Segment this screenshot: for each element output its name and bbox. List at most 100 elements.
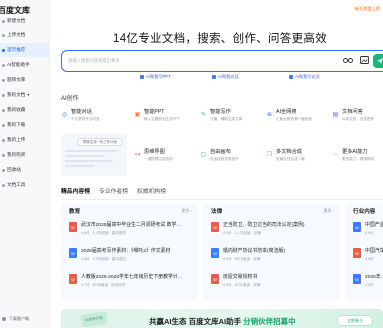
ai-card-desc: 一键梳理内容结构 [144, 157, 173, 161]
doc-text: 婚内财产协议书范本(简洁版) 4.8分 · 9872阅读 · 法律 [223, 247, 285, 271]
download-client-link[interactable]: 下载客户端 [2, 316, 29, 322]
merge-icon: ❐ [266, 152, 273, 158]
download-client-label: 下载客户端 [9, 316, 29, 321]
doc-title: 2025届高考写作素材：《哪吒2》作文素材 [81, 249, 171, 254]
doc-item[interactable]: W 人教版2025-2026学年七年级历史下册教学计… 4.7分 · 8796阅读 … [69, 273, 183, 297]
sidebar-item[interactable]: 我的下载 [0, 118, 50, 132]
preview-line [65, 165, 95, 167]
search-input[interactable]: 请输入搜索内容或提出要求 [68, 51, 120, 71]
sidebar-item-label: 首页推荐 [7, 47, 26, 52]
panel-title: 教育 [69, 209, 81, 215]
sidebar-item-label: AI智能助手 [7, 62, 30, 67]
sidebar-item[interactable]: 我的文档 ▾ [0, 88, 50, 102]
panel-more-link[interactable]: 更多 › [182, 208, 192, 214]
sidebar-item-label: 我的文档 [7, 92, 26, 97]
ai-card-chat[interactable]: ◎ 智能对话 千亿参数专业问答 [61, 108, 127, 134]
ai-card-title: 多文档合成 [276, 149, 302, 155]
doc-text: 2025年… 4.8分 [365, 273, 383, 297]
sidebar-item[interactable]: 首页推荐 [0, 43, 50, 57]
sidebar-item[interactable]: 我的收藏 [0, 103, 50, 117]
mindmap-icon: ⊶ [134, 152, 141, 158]
doc-item[interactable]: W 中国产业… 4.9分 [353, 221, 383, 245]
ai-card-text: 更多AI能力 更多能力，敬请期待 [342, 148, 374, 174]
menu-bullet-icon [2, 138, 5, 142]
glasses-icon[interactable] [342, 54, 354, 66]
ai-card-title: 思维导图 [144, 149, 165, 155]
sidebar-item-label: 上传文档 [7, 32, 26, 37]
tab-ranking[interactable]: 精品内容榜 [61, 186, 90, 195]
new-user-promo-link[interactable]: 新号首登立得 [355, 6, 380, 12]
sidebar-item[interactable]: 我的购买 [0, 148, 50, 162]
sidebar-item[interactable]: AI智能助手 [0, 58, 50, 72]
doc-file-icon: W [69, 248, 77, 258]
ai-card-merge[interactable]: ❐ 多文档合成 多篇文档合成一篇 [266, 148, 332, 174]
globe-search-icon: ⊕ [266, 112, 273, 118]
ai-card-globe-search[interactable]: ⊕ AI全网搜 汇聚全网资源一键检索 [266, 108, 332, 134]
promo-banner[interactable]: AI伙伴计划 共赢AI生态 百度文库AI助手 分销伙伴招募中 立即参与 [61, 309, 383, 328]
ai-card-desc: 自由绘制灵感创作 [210, 157, 239, 161]
sidebar-item[interactable]: 新建文档 [0, 14, 50, 28]
doc-meta: 4.7分 · 8796阅读 · 初中历史 [81, 283, 126, 287]
ai-card-canvas[interactable]: ▢ 自由画布 自由绘制灵感创作 [200, 148, 266, 174]
ai-card-more[interactable]: ⋯ 更多AI能力 更多能力，敬请期待 [332, 148, 383, 174]
quick-link[interactable]: AI帮我写论文 [289, 74, 320, 80]
ai-preview-card[interactable]: 帮我生成一份工作计划 [61, 134, 127, 176]
sidebar-item[interactable]: 文档工具 [0, 178, 50, 192]
ai-card-title: 智能对话 [71, 109, 92, 115]
menu-bullet-icon [2, 19, 5, 23]
ai-card-text: 多文档合成 多篇文档合成一篇 [276, 148, 305, 174]
doc-item[interactable]: W 房屋交易授权书 4.8分 · 6721阅读 · 法律 [211, 273, 260, 297]
ai-sparkle-icon [140, 75, 144, 79]
hero-title: 14亿专业文档，搜索、创作、问答更高效 [113, 33, 327, 45]
menu-bullet-icon [2, 108, 5, 112]
preview-bubble: 帮我生成一份工作计划 [77, 138, 123, 146]
search-box[interactable]: 请输入搜索内容或提出要求 [61, 50, 383, 72]
tab-ranking[interactable]: 专业作者榜 [99, 186, 128, 195]
doc-item[interactable]: W 婚内财产协议书范本(简洁版) 4.8分 · 9872阅读 · 法律 [211, 247, 285, 271]
sidebar: 百度文库 新建文档 上传文档 首页推荐 AI智能助手 题目文库 我的文档 ▾ 我的收藏 我的下载… [0, 0, 50, 328]
ai-card-doc-qa[interactable]: ▤ 文档问答 AI读文档，总结提炼 [332, 108, 383, 134]
tab-ranking[interactable]: 权威机构榜 [137, 186, 166, 195]
doc-meta: 4.8分 · 2.3万阅读 · 高中语文 [81, 257, 127, 261]
sidebar-item[interactable]: 题目文库 [0, 73, 50, 87]
doc-title: 中国汽车… [365, 249, 383, 254]
panel-more-link[interactable]: 更多 › [324, 208, 334, 214]
doc-meta: 4.9分 · 1.1万阅读 · 法律 [223, 231, 261, 235]
doc-qa-icon: ▤ [332, 112, 339, 118]
doc-file-icon: W [69, 274, 77, 284]
quick-link[interactable]: AI帮我写PPT [140, 74, 171, 80]
menu-bullet-icon [2, 78, 5, 82]
banner-join-button[interactable]: 立即参与 [337, 315, 373, 326]
ai-card-text: 文档问答 AI读文档，总结提炼 [342, 108, 374, 134]
sidebar-item[interactable]: 我的上传 [0, 133, 50, 147]
image-upload-icon[interactable] [358, 54, 370, 66]
doc-item[interactable]: W 正当防卫、防卫过当的司法认定(案例) 4.9分 · 1.1万阅读 · 法律 [211, 221, 305, 245]
sidebar-item-label: 我的收藏 [7, 107, 26, 112]
ai-card-title: 智能PPT [144, 109, 165, 115]
doc-item[interactable]: W 2025届高考写作素材：《哪吒2》作文素材 4.8分 · 2.3万阅读 · 高中… [69, 247, 170, 271]
menu-bullet-icon [2, 153, 5, 157]
ai-card-pen[interactable]: ✎ 智能写作 万篇、辅助生成文章 [200, 108, 266, 134]
sidebar-item[interactable]: 上传文档 [0, 28, 50, 42]
doc-file-icon: W [69, 222, 77, 232]
sidebar-item-label: 我的上传 [7, 137, 26, 142]
quick-link[interactable]: AI帮我对话 [212, 74, 239, 80]
send-button[interactable] [373, 54, 383, 68]
doc-item[interactable]: W 2025年… 4.8分 [353, 273, 383, 297]
ai-card-ppt[interactable]: ▣ 智能PPT 输入主题即刻生成PPT [134, 108, 200, 134]
chevron-down-icon: ▾ [27, 92, 30, 97]
doc-title: 武汉市2025届高中毕业生二月调研考试 数学… [81, 223, 182, 228]
doc-title: 正当防卫、防卫过当的司法认定(案例) [223, 223, 305, 228]
doc-item[interactable]: W 中国汽车… 4.8分 [353, 247, 383, 271]
sidebar-item[interactable]: 回收站 [0, 163, 50, 177]
doc-item[interactable]: W 武汉市2025届高中毕业生二月调研考试 数学… 4.8分 · 1.4万阅读 · … [69, 221, 181, 245]
doc-text: 武汉市2025届高中毕业生二月调研考试 数学… 4.8分 · 1.4万阅读 · 高… [81, 221, 181, 245]
doc-title: 中国产业… [365, 223, 383, 228]
device-icon [2, 317, 6, 321]
doc-meta: 4.8分 · 9872阅读 · 法律 [223, 257, 261, 261]
search-tools [342, 54, 370, 66]
ai-card-desc: AI读文档，总结提炼 [342, 117, 375, 121]
ai-card-mindmap[interactable]: ⊶ 思维导图一键梳理内容结构 [134, 148, 200, 174]
ranking-panel: 教育 更多 › W 武汉市2025届高中毕业生二月调研考试 数学… 4.8分 · 1.4… [61, 203, 198, 301]
more-icon: ⋯ [332, 152, 339, 158]
